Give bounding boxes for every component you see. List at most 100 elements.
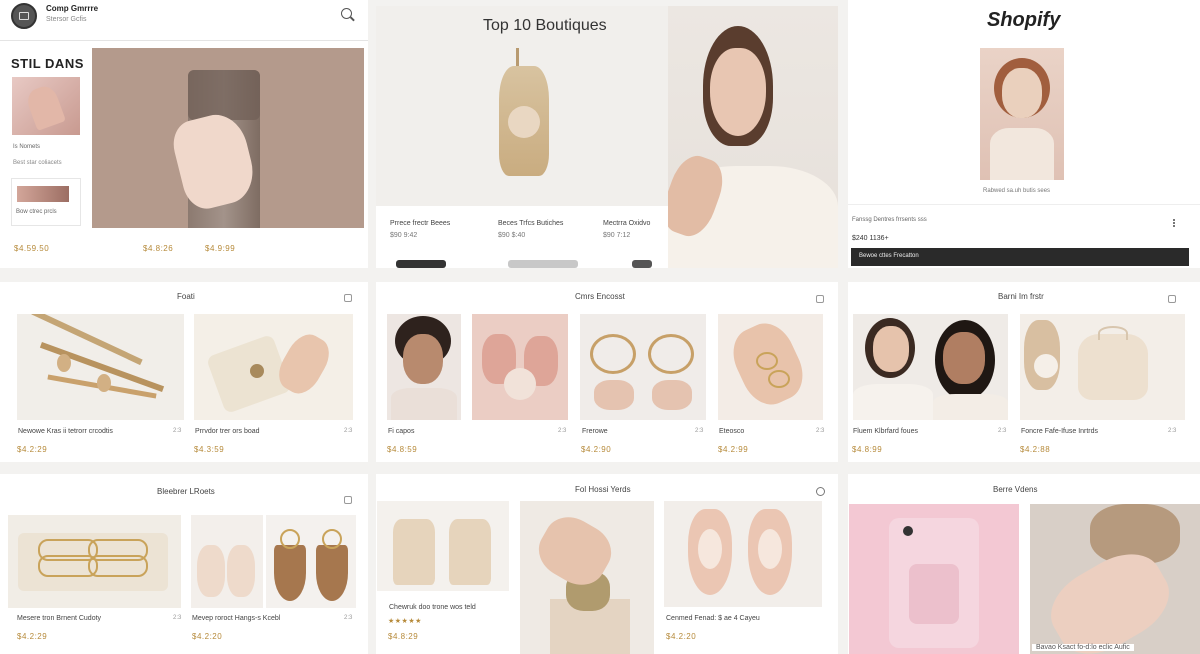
row2-left-panel: Foati Newowe Kras ii tetrorr crcodtis 2:… (0, 282, 368, 462)
product-count-1: 2:3 (173, 615, 182, 621)
model-portrait[interactable] (668, 6, 838, 268)
product-price-1: $90 9:42 (390, 232, 418, 239)
wishlist-icon[interactable] (344, 294, 352, 302)
section-title: Foati (177, 292, 195, 301)
product-count-1: 2:3 (173, 428, 182, 434)
product-name-2[interactable]: Frerowe (582, 428, 608, 435)
product-image-2[interactable] (1030, 504, 1200, 654)
product-price-1: $4.8:29 (388, 632, 419, 641)
product-image-1[interactable] (8, 515, 181, 608)
product-count-2: 2:3 (1168, 428, 1177, 434)
product-rating: ★★★★★ (388, 618, 422, 625)
section-title: Cmrs Encosst (575, 292, 625, 301)
add-to-cart-label: Bewoe cttes Frecatton (859, 253, 919, 259)
product-name-2[interactable]: Cenmed Fenad: $ ae 4 Cayeu (666, 615, 760, 622)
sidebar-card[interactable] (11, 178, 81, 226)
more-icon[interactable] (1173, 219, 1175, 227)
product-image-1[interactable] (387, 314, 461, 420)
product-count-3: 2:3 (816, 428, 825, 434)
product-image-3[interactable] (580, 314, 706, 420)
product-price-2: $4.3:59 (194, 445, 225, 454)
top-right-panel: Shopify Rabwed sa.uh butis sees Fanssg D… (848, 0, 1200, 268)
product-price-3: $4.2:99 (718, 445, 749, 454)
product-image-1[interactable] (849, 504, 1019, 654)
boutiques-title: Top 10 Boutiques (483, 17, 607, 34)
wishlist-icon[interactable] (816, 295, 824, 303)
product-name-1[interactable]: Newowe Kras ii tetrorr crcodtis (18, 428, 113, 435)
product-name-1[interactable]: Prrece frectr Beees (390, 220, 450, 227)
sidebar-thumbnail-1[interactable] (12, 77, 80, 135)
product-count-1: 2:3 (558, 428, 567, 434)
product-price-1: $4.8:59 (387, 445, 418, 454)
section-title: Fol Hossi Yerds (575, 485, 631, 494)
product-name-2[interactable]: Prrvdor trer ors boad (195, 428, 260, 435)
product-name-3[interactable]: Eteosco (719, 428, 744, 435)
product-name-2[interactable]: Beces Trfcs Butiches (498, 220, 563, 227)
product-caption: Bavao Ksact fo-d:lo eclic Aufic (1032, 644, 1134, 651)
product-name-1[interactable]: Fi capos (388, 428, 414, 435)
product-image-2[interactable] (1020, 314, 1185, 420)
product-image-3[interactable] (664, 501, 822, 607)
price-1: $4.59.50 (14, 244, 50, 253)
wishlist-icon[interactable] (1168, 295, 1176, 303)
product-name-1[interactable]: Fluem Klbrfard foues (853, 428, 918, 435)
row3-middle-panel: Fol Hossi Yerds Chewruk doo trone wos te… (376, 474, 838, 654)
product-image-2[interactable] (472, 314, 568, 420)
store-logo[interactable] (11, 3, 37, 29)
row2-middle-panel: Cmrs Encosst Fi capos 2:3 $4.8:59 Frerow… (376, 282, 838, 462)
hanging-bag-image[interactable] (494, 48, 554, 188)
product-image-4[interactable] (718, 314, 823, 420)
product-name-2[interactable]: Mevep roroct Hangs-s Kcebl (192, 615, 280, 622)
section-title: Berre Vdens (993, 485, 1038, 494)
product-caption: Rabwed sa.uh butis sees (983, 188, 1051, 194)
product-detail: Fanssg Dentres frrsents sss (852, 217, 927, 223)
search-icon[interactable] (816, 487, 825, 496)
brand-logo[interactable]: Shopify (987, 9, 1060, 32)
thumbnail-strip-3[interactable] (632, 260, 652, 268)
product-image-1[interactable] (17, 314, 184, 420)
sidebar-label-1[interactable]: Is Nomets (13, 144, 40, 150)
product-image-2[interactable] (520, 501, 654, 654)
row3-right-panel: Berre Vdens Bavao Ksact fo-d:lo eclic Au… (848, 474, 1200, 654)
product-image-2[interactable] (191, 515, 263, 608)
product-image-2[interactable] (194, 314, 353, 420)
product-price-3: $90 7:12 (603, 232, 631, 239)
search-icon[interactable] (341, 8, 355, 22)
row2-right-panel: Barni Im frstr Fluem Klbrfard foues 2:3 … (848, 282, 1200, 462)
product-price-2: $4.2:20 (192, 632, 223, 641)
product-name-1[interactable]: Chewruk doo trone wos teld (389, 604, 476, 611)
product-image[interactable] (980, 48, 1064, 180)
sidebar-thumbnail-2 (17, 186, 69, 202)
product-name-1[interactable]: Mesere tron Brnent Cudoty (17, 615, 101, 622)
product-price-2: $4.2:88 (1020, 445, 1051, 454)
store-subtitle: Stersor Gcfis (46, 16, 87, 23)
price-3: $4.9:99 (205, 244, 236, 253)
product-price-1: $4.8:99 (852, 445, 883, 454)
product-name-2[interactable]: Foncre Fafe-Ifuse Inrtrds (1021, 428, 1098, 435)
top-left-panel: Comp Gmrrre Stersor Gcfis STIL DANS Is N… (0, 0, 368, 268)
product-price-1: $4.2:29 (17, 445, 48, 454)
product-count-2: 2:3 (344, 428, 353, 434)
product-image-1[interactable] (853, 314, 1008, 420)
product-price-2: $4.2:90 (581, 445, 612, 454)
product-name-3[interactable]: Mectrra Oxidvo (603, 220, 650, 227)
add-to-cart-button[interactable]: Bewoe cttes Frecatton (851, 248, 1189, 266)
thumbnail-strip-2[interactable] (508, 260, 578, 268)
product-image-1[interactable] (377, 501, 509, 591)
header-divider (0, 40, 368, 41)
section-title: Bleebrer LRoets (157, 487, 215, 496)
product-count-1: 2:3 (998, 428, 1007, 434)
sidebar-label-3[interactable]: Bow ctrec prcls (16, 209, 57, 215)
product-price: $240 1136+ (852, 235, 889, 242)
store-name: Comp Gmrrre (46, 4, 99, 13)
row3-left-panel: Bleebrer LRoets Mesere tron Brnent Cudot… (0, 474, 368, 654)
sidebar-label-2[interactable]: Best star coliacets (13, 160, 62, 166)
hero-image[interactable] (92, 48, 364, 228)
thumbnail-strip-1[interactable] (396, 260, 446, 268)
product-price-1: $4.2:29 (17, 632, 48, 641)
section-title: Barni Im frstr (998, 292, 1044, 301)
price-2: $4.8:26 (143, 244, 174, 253)
product-image-3[interactable] (266, 515, 356, 608)
product-count-2: 2:3 (344, 615, 353, 621)
wishlist-icon[interactable] (344, 496, 352, 504)
